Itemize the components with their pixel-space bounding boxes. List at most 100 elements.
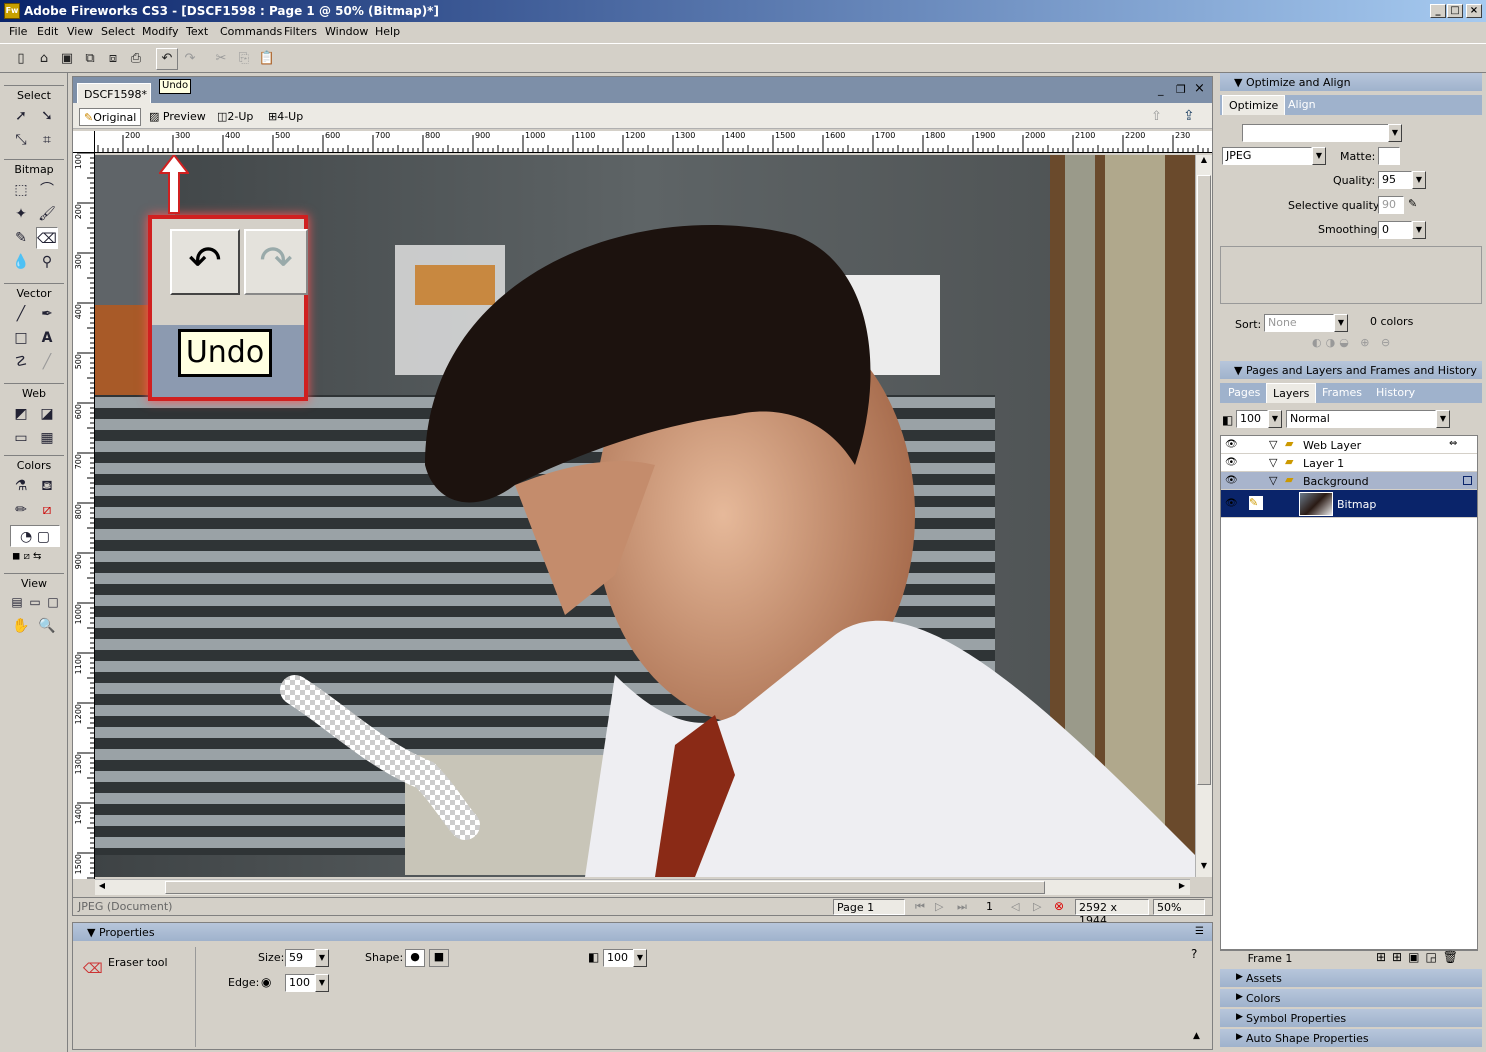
edit-selective-icon[interactable]: ✎ <box>1408 197 1417 210</box>
menu-edit[interactable]: Edit <box>37 25 58 38</box>
horizontal-scrollbar[interactable]: ◀ ▶ <box>95 879 1190 895</box>
pointer-tool-icon[interactable]: ➚ <box>10 105 32 127</box>
tab-align[interactable]: Align <box>1288 98 1316 111</box>
show-slices-icon[interactable]: ▦ <box>36 427 58 449</box>
rectangle-tool-icon[interactable]: □ <box>10 327 32 349</box>
eyedropper-tool-icon[interactable]: ⚗ <box>10 475 32 497</box>
panel-options-icon[interactable]: ☰ <box>1195 926 1204 937</box>
eye-icon[interactable]: 👁 <box>1225 439 1239 450</box>
assets-panel-header[interactable]: Assets <box>1220 969 1482 987</box>
print-icon[interactable]: ⎙ <box>125 48 147 70</box>
expand-icon[interactable]: ▽ <box>1269 438 1277 451</box>
edge-dropdown-icon[interactable]: ▼ <box>315 974 329 992</box>
redo-button[interactable]: ↷ <box>179 48 201 70</box>
layers-header[interactable]: ▼ Pages and Layers and Frames and Histor… <box>1220 361 1482 379</box>
brush-tool-icon[interactable]: 🖌 <box>36 203 58 225</box>
quality-dropdown-icon[interactable]: ▼ <box>1412 171 1426 189</box>
next-frame-icon[interactable]: ▷ <box>1033 900 1041 913</box>
eye-icon[interactable]: 👁 <box>1225 457 1239 468</box>
quick-export-disabled-icon[interactable]: ⇧ <box>1151 109 1162 124</box>
eye-icon[interactable]: 👁 <box>1225 475 1239 486</box>
smoothing-dropdown-icon[interactable]: ▼ <box>1412 221 1426 239</box>
canvas-size[interactable]: 2592 x 1944 <box>1075 899 1149 927</box>
import-icon[interactable]: ⧉ <box>79 48 101 70</box>
menu-modify[interactable]: Modify <box>142 25 178 38</box>
play-icon[interactable]: ▷ <box>935 900 943 913</box>
auto-shape-properties-header[interactable]: Auto Shape Properties <box>1220 1029 1482 1047</box>
matte-swatch[interactable] <box>1378 147 1400 165</box>
color-table-buttons-icon[interactable]: ◐◑◒ ⊕ ⊖ <box>1312 336 1394 349</box>
open-folder-icon[interactable]: ⌂ <box>33 48 55 70</box>
doc-close-icon[interactable]: × <box>1194 81 1205 96</box>
rubber-stamp-tool-icon[interactable]: ⚲ <box>36 251 58 273</box>
format-select[interactable]: JPEG <box>1222 147 1312 165</box>
hand-tool-icon[interactable]: ✋ <box>10 615 32 637</box>
pencil-tool-icon[interactable]: ✎ <box>10 227 32 249</box>
layer-row-web[interactable]: 👁 ▽ ▰ Web Layer ⇔ <box>1221 436 1477 454</box>
layer-opacity-field[interactable]: 100 <box>1236 410 1268 428</box>
saved-settings-select[interactable] <box>1242 124 1390 142</box>
vscroll-thumb[interactable] <box>1197 175 1211 785</box>
zoom-tool-icon[interactable]: 🔍 <box>36 615 58 637</box>
blur-tool-icon[interactable]: 💧 <box>10 251 32 273</box>
layer-row-background[interactable]: 👁 ▽ ▰ Background <box>1221 472 1477 490</box>
prev-frame-icon[interactable]: ◁ <box>1011 900 1019 913</box>
export-icon[interactable]: ⧈ <box>102 48 124 70</box>
tab-optimize[interactable]: Optimize <box>1222 95 1286 115</box>
text-tool-icon[interactable]: A <box>36 327 58 349</box>
blend-mode-select[interactable]: Normal <box>1286 410 1436 428</box>
fill-swatch-icon[interactable]: ◔ ▢ <box>10 525 60 547</box>
selective-quality-field[interactable]: 90 <box>1378 196 1404 214</box>
expand-icon[interactable]: ▽ <box>1269 474 1277 487</box>
menu-help[interactable]: Help <box>375 25 400 38</box>
quick-export-icon[interactable]: ⇪ <box>1183 108 1195 124</box>
symbol-properties-header[interactable]: Symbol Properties <box>1220 1009 1482 1027</box>
opacity-dropdown-icon[interactable]: ▼ <box>633 949 647 967</box>
doc-restore-icon[interactable]: ❐ <box>1176 83 1186 96</box>
doc-minimize-icon[interactable]: _ <box>1158 83 1164 96</box>
canvas-photo[interactable]: ↶ ↷ Undo <box>95 155 1195 877</box>
tab-layers[interactable]: Layers <box>1266 383 1317 403</box>
page-select[interactable]: Page 1 <box>833 899 905 915</box>
smoothing-field[interactable]: 0 <box>1378 221 1412 239</box>
crop-tool-icon[interactable]: ⌗ <box>36 129 58 151</box>
subselect-tool-icon[interactable]: ➘ <box>36 105 58 127</box>
copy-icon[interactable]: ⎘ <box>233 48 255 70</box>
view-original[interactable]: ✎Original <box>79 108 142 126</box>
sort-select[interactable]: None <box>1264 314 1334 332</box>
menu-file[interactable]: File <box>9 25 27 38</box>
expand-icon[interactable]: ▽ <box>1269 456 1277 469</box>
edge-field[interactable]: 100 <box>285 974 315 992</box>
eye-icon[interactable]: 👁 <box>1225 498 1239 509</box>
hotspot-tool-icon[interactable]: ◩ <box>10 403 32 425</box>
maximize-button[interactable]: □ <box>1447 4 1463 18</box>
document-tab[interactable]: DSCF1598* <box>77 83 151 103</box>
line-tool-icon[interactable]: ╱ <box>10 303 32 325</box>
properties-header[interactable]: ▼ Properties <box>73 923 1212 941</box>
saved-settings-dropdown-icon[interactable]: ▼ <box>1388 124 1402 142</box>
first-frame-icon[interactable]: ⏮ <box>915 900 925 914</box>
full-screen-icon[interactable]: □ <box>42 591 64 613</box>
collapse-icon[interactable]: ▲ <box>1193 1031 1200 1041</box>
menu-view[interactable]: View <box>67 25 93 38</box>
stop-icon[interactable]: ⊗ <box>1054 899 1064 913</box>
opacity-field[interactable]: 100 <box>603 949 635 967</box>
size-field[interactable]: 59 <box>285 949 315 967</box>
hide-slices-icon[interactable]: ▭ <box>10 427 32 449</box>
square-shape-button[interactable]: ■ <box>429 949 449 967</box>
colors-panel-header[interactable]: Colors <box>1220 989 1482 1007</box>
zoom-level[interactable]: 50% <box>1153 899 1205 915</box>
format-dropdown-icon[interactable]: ▼ <box>1312 147 1326 165</box>
undo-button[interactable]: ↶ <box>156 48 178 70</box>
view-2up[interactable]: ◫2-Up <box>213 108 257 126</box>
layer-opacity-dropdown-icon[interactable]: ▼ <box>1268 410 1282 428</box>
menu-filters[interactable]: Filters <box>284 25 317 38</box>
tab-frames[interactable]: Frames <box>1322 386 1362 399</box>
scroll-up-icon[interactable]: ▲ <box>1197 155 1211 169</box>
color-table[interactable] <box>1220 246 1482 304</box>
eraser-tool-icon[interactable]: ⌫ <box>36 227 58 249</box>
paint-bucket-tool-icon[interactable]: ⛾ <box>36 475 58 497</box>
freeform-tool-icon[interactable]: ☡ <box>10 351 32 373</box>
layer-row-bitmap[interactable]: 👁 ✎ Bitmap <box>1221 490 1477 518</box>
view-preview[interactable]: ▨ Preview <box>145 108 210 126</box>
